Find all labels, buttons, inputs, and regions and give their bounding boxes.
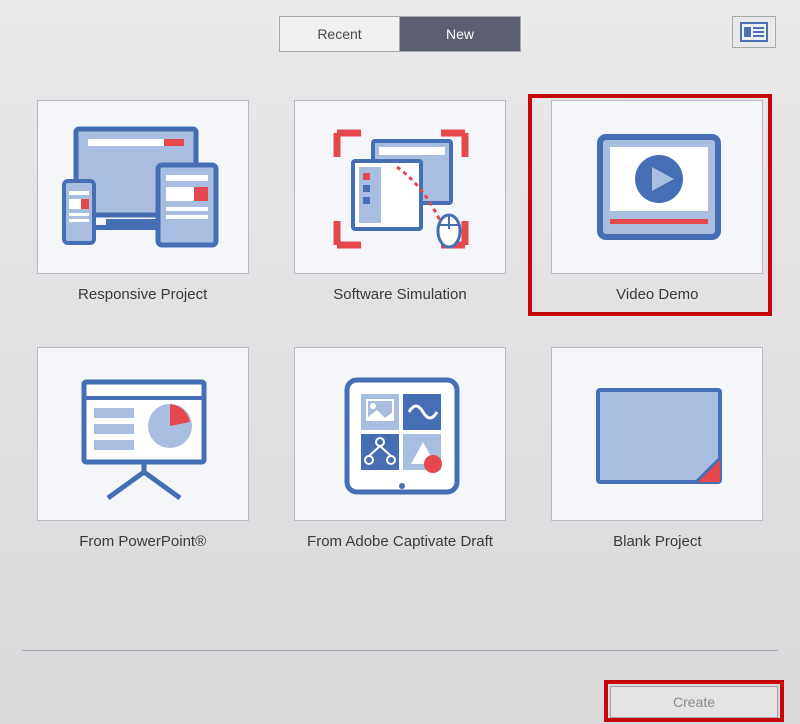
- tile-responsive-project[interactable]: Responsive Project: [32, 100, 253, 303]
- footer: Create: [610, 686, 778, 718]
- tile-label: Software Simulation: [333, 286, 466, 303]
- project-type-grid: Responsive Project: [0, 100, 800, 550]
- tile-label: From PowerPoint®: [79, 533, 206, 550]
- responsive-project-icon: [37, 100, 249, 274]
- tile-label: Responsive Project: [78, 286, 207, 303]
- tile-label: From Adobe Captivate Draft: [307, 533, 493, 550]
- list-view-icon: [740, 22, 768, 42]
- tab-new[interactable]: New: [400, 17, 520, 51]
- tile-label: Blank Project: [613, 533, 701, 550]
- divider: [22, 650, 778, 651]
- blank-project-icon: [551, 347, 763, 521]
- tab-segment: Recent New: [279, 16, 521, 52]
- tile-from-captivate-draft[interactable]: From Adobe Captivate Draft: [289, 347, 510, 550]
- view-mode-toggle[interactable]: [732, 16, 776, 48]
- create-button[interactable]: Create: [610, 686, 778, 718]
- from-captivate-draft-icon: [294, 347, 506, 521]
- tile-from-powerpoint[interactable]: From PowerPoint®: [32, 347, 253, 550]
- tile-video-demo[interactable]: Video Demo: [547, 100, 768, 303]
- tile-software-simulation[interactable]: Software Simulation: [289, 100, 510, 303]
- video-demo-icon: [551, 100, 763, 274]
- software-simulation-icon: [294, 100, 506, 274]
- tile-label: Video Demo: [616, 286, 698, 303]
- from-powerpoint-icon: [37, 347, 249, 521]
- tab-recent[interactable]: Recent: [280, 17, 400, 51]
- top-bar: Recent New: [0, 0, 800, 52]
- tile-blank-project[interactable]: Blank Project: [547, 347, 768, 550]
